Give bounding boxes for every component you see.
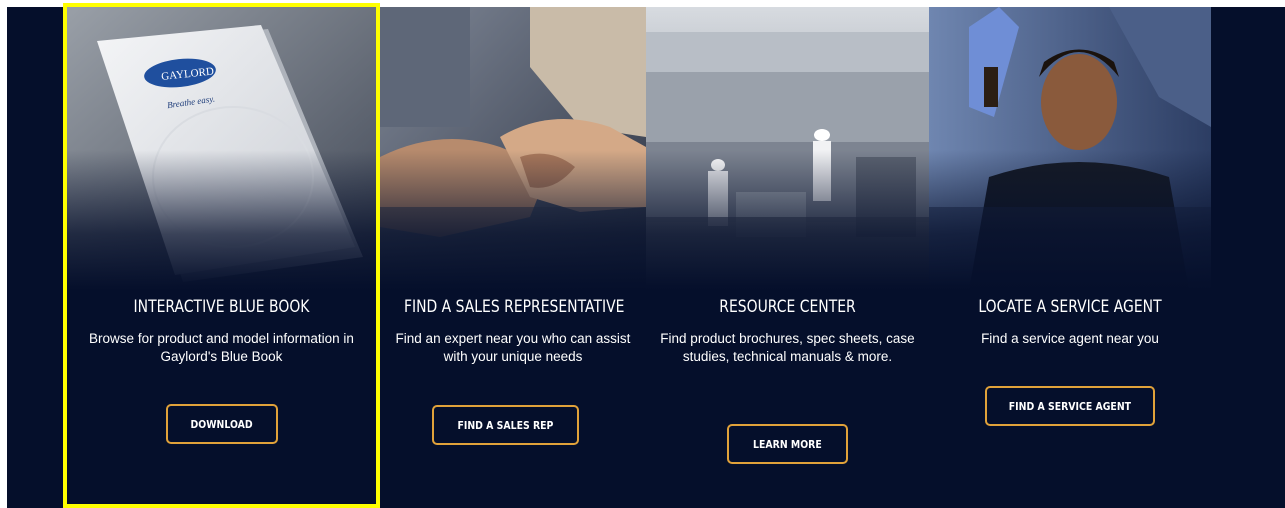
- download-button[interactable]: DOWNLOAD: [166, 404, 278, 444]
- kitchen-photo: [646, 7, 929, 290]
- find-sales-rep-button[interactable]: FIND A SALES REP: [432, 405, 579, 445]
- handshake-photo: [380, 7, 646, 290]
- resource-cards-section: GAYLORD Breathe easy. INTERACTIVE BLUE B…: [7, 3, 1285, 508]
- card-blue-book[interactable]: GAYLORD Breathe easy. INTERACTIVE BLUE B…: [63, 7, 380, 508]
- card-title: INTERACTIVE BLUE BOOK: [133, 297, 310, 317]
- card-title: FIND A SALES REPRESENTATIVE: [403, 297, 625, 317]
- card-description: Find product brochures, spec sheets, cas…: [660, 331, 915, 364]
- service-technician-photo: [929, 7, 1211, 290]
- card-description: Browse for product and model information…: [89, 331, 354, 364]
- card-title: LOCATE A SERVICE AGENT: [978, 297, 1162, 317]
- card-sales-rep[interactable]: FIND A SALES REPRESENTATIVE Find an expe…: [380, 7, 646, 508]
- card-description: Find a service agent near you: [981, 331, 1159, 346]
- learn-more-button[interactable]: LEARN MORE: [727, 424, 848, 464]
- blue-book-photo: GAYLORD Breathe easy.: [63, 7, 380, 290]
- card-service-agent[interactable]: LOCATE A SERVICE AGENT Find a service ag…: [929, 7, 1211, 508]
- card-resource-center[interactable]: RESOURCE CENTER Find product brochures, …: [646, 7, 929, 508]
- find-service-agent-button[interactable]: FIND A SERVICE AGENT: [985, 386, 1155, 426]
- card-title: RESOURCE CENTER: [719, 297, 856, 317]
- card-description: Find an expert near you who can assist w…: [395, 331, 631, 364]
